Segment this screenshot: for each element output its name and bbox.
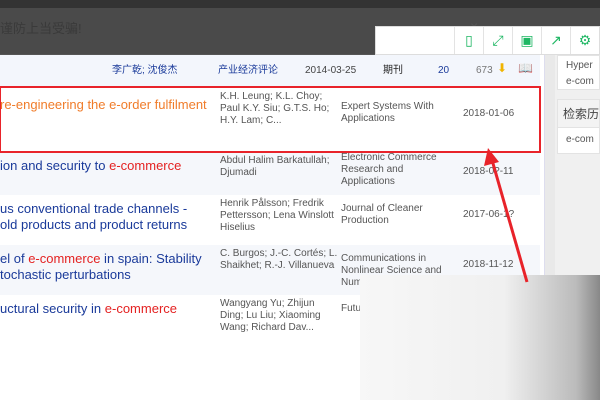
arrow-head [484,148,499,166]
annotation-arrow [490,159,529,283]
annotation-overlay [0,86,541,283]
highlight-box [0,86,541,153]
